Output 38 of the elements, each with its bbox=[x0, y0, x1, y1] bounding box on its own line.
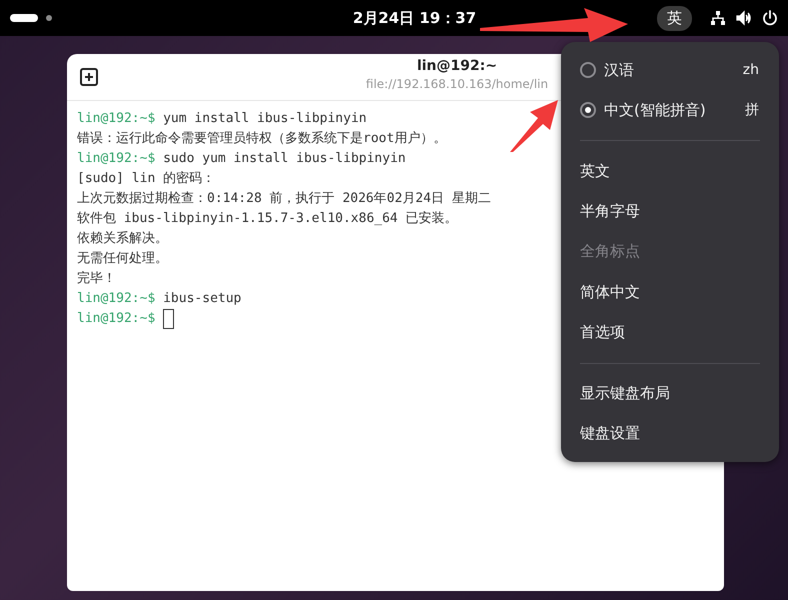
shell-prompt: lin@192:~$ bbox=[77, 110, 156, 128]
volume-icon[interactable] bbox=[736, 10, 752, 26]
input-method-indicator[interactable]: 英 bbox=[657, 6, 692, 30]
engine-shortcut: 拼 bbox=[745, 101, 759, 120]
output-line: [sudo] lin 的密码： bbox=[77, 170, 216, 188]
menu-item[interactable]: 英文 bbox=[561, 151, 779, 192]
window-title: lin@192:~ bbox=[416, 58, 498, 74]
menu-item[interactable]: 简体中文 bbox=[561, 272, 779, 312]
input-engine-item[interactable]: 中文(智能拼音) 拼 bbox=[561, 90, 779, 130]
output-line: 软件包 ibus-libpinyin-1.15.7-3.el10.x86_64 已安装。 bbox=[77, 210, 458, 228]
shell-command: sudo yum install ibus-libpinyin bbox=[162, 150, 406, 168]
shell-prompt: lin@192:~$ bbox=[77, 310, 156, 328]
menu-item[interactable]: 键盘设置 bbox=[561, 414, 779, 454]
shell-prompt: lin@192:~$ bbox=[77, 150, 156, 168]
output-line: 无需任何处理。 bbox=[77, 250, 168, 268]
workspace-dot bbox=[46, 15, 52, 21]
shell-command: ibus-setup bbox=[162, 290, 242, 308]
shell-command: yum install ibus-libpinyin bbox=[162, 110, 367, 128]
menu-item[interactable]: 显示键盘布局 bbox=[561, 374, 779, 414]
network-icon[interactable] bbox=[710, 10, 726, 26]
new-tab-button[interactable] bbox=[79, 67, 99, 87]
radio-button[interactable] bbox=[580, 102, 596, 118]
activities-indicator[interactable] bbox=[10, 14, 38, 22]
window-subtitle: file://192.168.10.163/home/lin bbox=[366, 77, 548, 91]
output-line: 完毕！ bbox=[77, 270, 116, 288]
input-engine-item[interactable]: 汉语 zh bbox=[561, 50, 779, 90]
menu-item[interactable]: 半角字母 bbox=[561, 192, 779, 232]
output-line: 上次元数据过期检查：0:14:28 前，执行于 2026年02月24日 星期二 bbox=[77, 190, 491, 208]
menu-item[interactable]: 首选项 bbox=[561, 312, 779, 353]
radio-button[interactable] bbox=[580, 62, 596, 78]
engine-shortcut: zh bbox=[742, 62, 759, 78]
engine-label: 汉语 bbox=[604, 60, 634, 80]
output-line: 依赖关系解决。 bbox=[77, 230, 168, 248]
engine-label: 中文(智能拼音) bbox=[604, 100, 706, 120]
power-icon[interactable] bbox=[762, 10, 778, 26]
output-line: 错误：运行此命令需要管理员特权（多数系统下是root用户）。 bbox=[77, 130, 446, 148]
clock[interactable]: 2月24日 19：37 bbox=[172, 8, 657, 28]
shell-prompt: lin@192:~$ bbox=[77, 290, 156, 308]
